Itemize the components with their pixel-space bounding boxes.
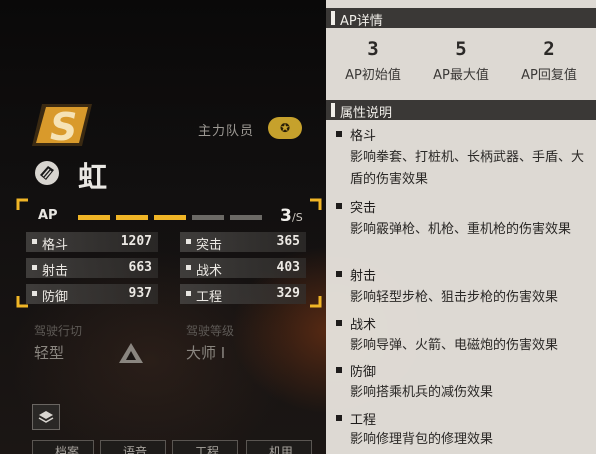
ap-regen-value: 2 bbox=[543, 38, 555, 60]
stat-engineering: 工程 329 bbox=[180, 284, 306, 305]
attr-desc: 影响拳套、打桩机、长柄武器、手盾、大盾的伤害效果 bbox=[350, 150, 585, 187]
attr-name: 格斗 bbox=[350, 129, 377, 144]
mech-type-caption: 驾驶行切 bbox=[34, 324, 83, 338]
ap-initial-caption: AP初始值 bbox=[345, 68, 401, 83]
stat-value: 403 bbox=[276, 260, 300, 275]
stat-value: 329 bbox=[276, 286, 300, 301]
attr-name: 突击 bbox=[350, 201, 377, 216]
ap-pip bbox=[192, 215, 224, 220]
squad-badge-icon: ✪ bbox=[268, 117, 302, 139]
stat-value: 365 bbox=[276, 234, 300, 249]
attributes-title: 属性说明 bbox=[340, 106, 393, 121]
attr-name: 射击 bbox=[350, 269, 377, 284]
stat-tactics: 战术 403 bbox=[180, 258, 306, 279]
mech-type-value: 轻型 bbox=[34, 344, 65, 362]
ap-initial-value: 3 bbox=[367, 38, 379, 60]
attr-name: 防御 bbox=[350, 365, 377, 380]
attr-name: 工程 bbox=[350, 413, 377, 428]
ap-details-title: AP详情 bbox=[340, 14, 383, 29]
ap-current: 3 bbox=[280, 206, 292, 226]
layers-button[interactable] bbox=[32, 404, 60, 430]
mech-button[interactable]: 机甲 bbox=[246, 440, 312, 454]
stat-label: 格斗 bbox=[42, 238, 69, 253]
rank-badge: S bbox=[32, 104, 92, 148]
ap-pip bbox=[154, 215, 186, 220]
ap-regen-caption: AP回复值 bbox=[521, 68, 577, 83]
stat-assault: 突击 365 bbox=[180, 232, 306, 253]
voice-button[interactable]: 语音 bbox=[100, 440, 166, 454]
stat-melee: 格斗 1207 bbox=[26, 232, 158, 253]
stat-shooting: 射击 663 bbox=[26, 258, 158, 279]
engineering-button[interactable]: 工程 bbox=[172, 440, 238, 454]
layers-icon bbox=[38, 411, 54, 423]
ap-unit: /S bbox=[292, 211, 303, 224]
stat-label: 突击 bbox=[196, 238, 223, 253]
attr-desc: 影响修理背包的修理效果 bbox=[350, 432, 494, 447]
attr-desc: 影响搭乘机兵的减伤效果 bbox=[350, 385, 494, 400]
attr-desc: 影响导弹、火箭、电磁炮的伤害效果 bbox=[350, 338, 559, 353]
attributes-header: 属性说明 bbox=[326, 100, 596, 121]
attr-desc: 影响霰弹枪、机枪、重机枪的伤害效果 bbox=[350, 222, 572, 237]
ap-details-header: AP详情 bbox=[326, 8, 596, 29]
ap-pip bbox=[116, 215, 148, 220]
ap-max: 5 AP最大值 bbox=[416, 38, 506, 83]
pilot-level-value: 大师 I bbox=[186, 344, 226, 362]
ap-pip bbox=[78, 215, 110, 220]
stat-defense: 防御 937 bbox=[26, 284, 158, 305]
stat-value: 663 bbox=[128, 260, 152, 275]
stat-label: 防御 bbox=[42, 290, 69, 305]
character-name: 虹 bbox=[78, 160, 108, 194]
rank-letter: S bbox=[50, 105, 77, 148]
ap-regen: 2 AP回复值 bbox=[504, 38, 594, 83]
archive-button[interactable]: 档案 bbox=[32, 440, 94, 454]
attr-name: 战术 bbox=[350, 318, 377, 333]
ap-bar: AP 3 /S bbox=[24, 206, 316, 227]
ap-initial: 3 AP初始值 bbox=[328, 38, 418, 83]
ap-pip bbox=[230, 215, 262, 220]
stat-label: 战术 bbox=[196, 264, 223, 279]
pilot-level-caption: 驾驶等级 bbox=[186, 324, 235, 338]
stat-value: 937 bbox=[128, 286, 152, 301]
ap-info-panel: AP详情 3 AP初始值 5 AP最大值 2 AP回复值 属性说明 格斗 影响拳… bbox=[326, 0, 596, 454]
ap-max-value: 5 bbox=[455, 38, 467, 60]
stat-label: 工程 bbox=[196, 290, 223, 305]
ap-label: AP bbox=[38, 208, 58, 223]
member-role-label: 主力队员 bbox=[198, 124, 255, 139]
stat-value: 1207 bbox=[120, 234, 152, 249]
ap-max-caption: AP最大值 bbox=[433, 68, 489, 83]
attr-desc: 影响轻型步枪、狙击步枪的伤害效果 bbox=[350, 290, 559, 305]
class-icon bbox=[119, 343, 143, 363]
faction-icon bbox=[35, 161, 59, 185]
stat-label: 射击 bbox=[42, 264, 69, 279]
